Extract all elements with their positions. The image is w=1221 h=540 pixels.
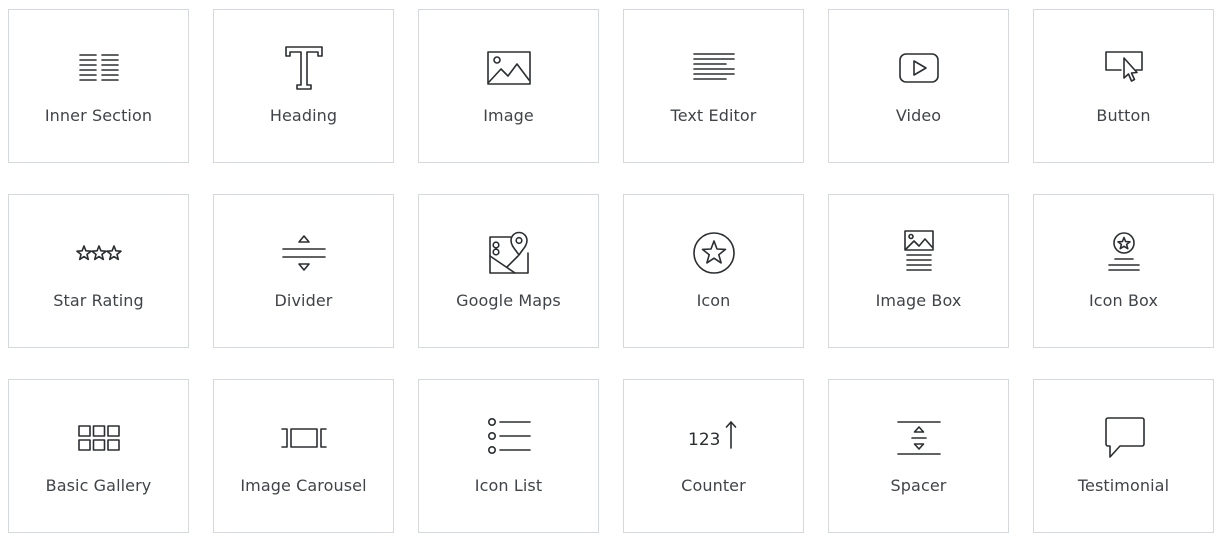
widget-label: Icon [696,291,731,310]
basic-gallery-icon [75,414,123,462]
counter-icon-digits: 123 [688,430,720,450]
widget-text-editor[interactable]: Text Editor [623,9,804,163]
widget-google-maps[interactable]: Google Maps [418,194,599,348]
widget-star-rating[interactable]: Star Rating [8,194,189,348]
widget-counter[interactable]: 123 Counter [623,379,804,533]
widget-basic-gallery[interactable]: Basic Gallery [8,379,189,533]
icon-list-icon [485,414,533,462]
widget-icon-list[interactable]: Icon List [418,379,599,533]
widget-inner-section[interactable]: Inner Section [8,9,189,163]
widget-image-box[interactable]: Image Box [828,194,1009,348]
widget-heading[interactable]: Heading [213,9,394,163]
star-rating-icon [75,229,123,277]
text-editor-icon [690,44,738,92]
video-icon [895,44,943,92]
widget-label: Star Rating [53,291,144,310]
inner-section-icon [75,44,123,92]
widget-label: Image Carousel [240,476,367,495]
widget-icon[interactable]: Icon [623,194,804,348]
icon-box-icon [1100,229,1148,277]
image-icon [485,44,533,92]
image-box-icon [895,229,943,277]
widget-label: Image [483,106,534,125]
widget-label: Basic Gallery [45,476,152,495]
heading-icon [280,44,328,92]
widget-label: Video [895,106,942,125]
widget-image[interactable]: Image [418,9,599,163]
widget-label: Text Editor [670,106,757,125]
widget-video[interactable]: Video [828,9,1009,163]
google-maps-icon [485,229,533,277]
widget-button[interactable]: Button [1033,9,1214,163]
divider-icon [280,229,328,277]
widget-label: Image Box [875,291,962,310]
widget-label: Testimonial [1077,476,1170,495]
counter-icon: 123 [688,414,738,462]
widget-label: Icon List [474,476,543,495]
testimonial-icon [1100,414,1148,462]
widget-label: Counter [681,476,746,495]
widget-icon-box[interactable]: Icon Box [1033,194,1214,348]
widget-label: Heading [269,106,338,125]
icon-icon [690,229,738,277]
spacer-icon [895,414,943,462]
image-carousel-icon [280,414,328,462]
widget-label: Inner Section [44,106,153,125]
widget-testimonial[interactable]: Testimonial [1033,379,1214,533]
button-icon [1100,44,1148,92]
widget-label: Spacer [890,476,947,495]
widget-grid: Inner Section Heading Image Text Editor … [8,9,1214,533]
widget-image-carousel[interactable]: Image Carousel [213,379,394,533]
widget-divider[interactable]: Divider [213,194,394,348]
widget-label: Divider [274,291,333,310]
widget-label: Icon Box [1088,291,1159,310]
widget-label: Google Maps [456,291,561,310]
widget-spacer[interactable]: Spacer [828,379,1009,533]
widget-label: Button [1096,106,1151,125]
